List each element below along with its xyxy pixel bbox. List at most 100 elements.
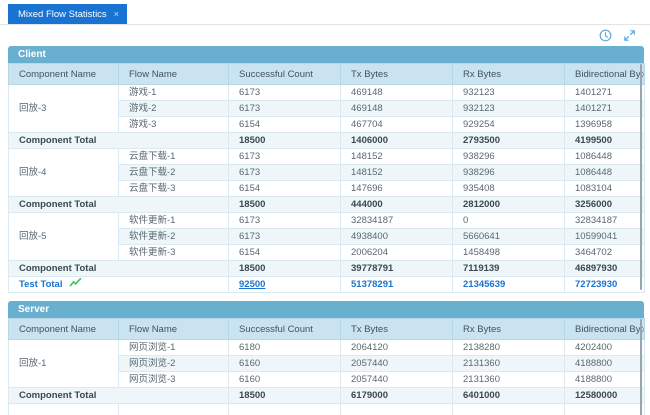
tab-label: Mixed Flow Statistics bbox=[18, 9, 107, 20]
cell-tx-bytes: 467704 bbox=[341, 117, 453, 133]
col-header-component-name: Component Name bbox=[9, 64, 119, 85]
cell-successful-count: 18500 bbox=[229, 261, 341, 277]
cell-successful-count: 6160 bbox=[229, 356, 341, 372]
cell-successful-count bbox=[229, 404, 341, 415]
cell-component-name: 回放-3 bbox=[9, 85, 119, 133]
component-total-row: Component Total 18500 444000 2812000 325… bbox=[9, 197, 645, 213]
close-icon[interactable]: × bbox=[114, 10, 119, 19]
client-section: Client Component Name Flow Name Successf… bbox=[8, 46, 644, 293]
clock-icon[interactable] bbox=[599, 29, 612, 42]
tab-mixed-flow-statistics[interactable]: Mixed Flow Statistics × bbox=[8, 4, 127, 24]
cell-bidirectional-bytes: 10599041 bbox=[565, 229, 645, 245]
cell-tx-bytes: 469148 bbox=[341, 85, 453, 101]
cell-successful-count: 6154 bbox=[229, 181, 341, 197]
cell-tx-bytes: 4938400 bbox=[341, 229, 453, 245]
server-section-header: Server bbox=[8, 301, 644, 318]
cell-rx-bytes: 938296 bbox=[453, 165, 565, 181]
cell-tx-bytes: 6179000 bbox=[341, 388, 453, 404]
flow-row: 回放-5 软件更新-1 6173 32834187 0 32834187 bbox=[9, 213, 645, 229]
cell-tx-bytes: 1406000 bbox=[341, 133, 453, 149]
scrollbar[interactable] bbox=[640, 64, 642, 290]
cell-flow-name: 软件更新-2 bbox=[119, 229, 229, 245]
cell-bidirectional-bytes: 1401271 bbox=[565, 85, 645, 101]
cell-flow-name: 网页浏览-2 bbox=[119, 356, 229, 372]
col-header-bidirectional-bytes: Bidirectional Bytes bbox=[565, 319, 645, 340]
chart-icon[interactable] bbox=[69, 277, 82, 288]
col-header-bidirectional-bytes: Bidirectional Bytes bbox=[565, 64, 645, 85]
client-table-header-row: Component Name Flow Name Successful Coun… bbox=[9, 64, 645, 85]
client-section-header: Client bbox=[8, 46, 644, 63]
cell-component-name bbox=[9, 404, 119, 415]
col-header-rx-bytes: Rx Bytes bbox=[453, 64, 565, 85]
cell-tx-bytes: 32834187 bbox=[341, 213, 453, 229]
cell-rx-bytes: 935408 bbox=[453, 181, 565, 197]
cell-bidirectional-bytes: 1086448 bbox=[565, 149, 645, 165]
cell-successful-count: 92500 bbox=[229, 277, 341, 293]
component-total-label: Component Total bbox=[9, 197, 229, 213]
cell-rx-bytes: 6401000 bbox=[453, 388, 565, 404]
cell-rx-bytes: 5660641 bbox=[453, 229, 565, 245]
cell-tx-bytes bbox=[341, 404, 453, 415]
cell-bidirectional-bytes: 4188800 bbox=[565, 356, 645, 372]
test-total-count-link[interactable]: 92500 bbox=[239, 279, 265, 290]
flow-row: 回放-1 网页浏览-1 6180 2064120 2138280 4202400 bbox=[9, 340, 645, 356]
tab-bar: Mixed Flow Statistics × bbox=[0, 0, 650, 25]
cell-flow-name: 游戏-3 bbox=[119, 117, 229, 133]
cell-successful-count: 6173 bbox=[229, 213, 341, 229]
cell-rx-bytes: 932123 bbox=[453, 85, 565, 101]
server-table: Component Name Flow Name Successful Coun… bbox=[8, 318, 645, 415]
expand-icon[interactable] bbox=[623, 29, 636, 42]
cell-bidirectional-bytes: 3464702 bbox=[565, 245, 645, 261]
cell-rx-bytes: 2131360 bbox=[453, 372, 565, 388]
cell-tx-bytes: 469148 bbox=[341, 101, 453, 117]
scrollbar[interactable] bbox=[640, 319, 642, 415]
cell-rx-bytes: 7119139 bbox=[453, 261, 565, 277]
cell-successful-count: 6173 bbox=[229, 149, 341, 165]
cell-rx-bytes: 2812000 bbox=[453, 197, 565, 213]
cell-successful-count: 6154 bbox=[229, 117, 341, 133]
cell-bidirectional-bytes: 4188800 bbox=[565, 372, 645, 388]
server-section: Server Component Name Flow Name Successf… bbox=[8, 301, 644, 415]
cell-tx-bytes: 2064120 bbox=[341, 340, 453, 356]
cell-bidirectional-bytes: 12580000 bbox=[565, 388, 645, 404]
col-header-component-name: Component Name bbox=[9, 319, 119, 340]
flow-row bbox=[9, 404, 645, 415]
cell-bidirectional-bytes: 46897930 bbox=[565, 261, 645, 277]
test-total-label: Test Total bbox=[19, 279, 62, 290]
component-total-row: Component Total 18500 6179000 6401000 12… bbox=[9, 388, 645, 404]
component-total-row: Component Total 18500 39778791 7119139 4… bbox=[9, 261, 645, 277]
cell-bidirectional-bytes: 1396958 bbox=[565, 117, 645, 133]
cell-flow-name: 云盘下载-3 bbox=[119, 181, 229, 197]
cell-tx-bytes: 148152 bbox=[341, 149, 453, 165]
cell-bidirectional-bytes: 72723930 bbox=[565, 277, 645, 293]
cell-successful-count: 6154 bbox=[229, 245, 341, 261]
cell-successful-count: 18500 bbox=[229, 388, 341, 404]
client-table: Component Name Flow Name Successful Coun… bbox=[8, 63, 645, 293]
cell-flow-name: 云盘下载-2 bbox=[119, 165, 229, 181]
cell-flow-name: 软件更新-3 bbox=[119, 245, 229, 261]
cell-successful-count: 6180 bbox=[229, 340, 341, 356]
cell-flow-name: 网页浏览-3 bbox=[119, 372, 229, 388]
col-header-tx-bytes: Tx Bytes bbox=[341, 319, 453, 340]
test-total-row: Test Total 92500 51378291 21345639 72723… bbox=[9, 277, 645, 293]
cell-successful-count: 6173 bbox=[229, 165, 341, 181]
cell-tx-bytes: 2057440 bbox=[341, 372, 453, 388]
flow-row: 回放-3 游戏-1 6173 469148 932123 1401271 bbox=[9, 85, 645, 101]
cell-tx-bytes: 2006204 bbox=[341, 245, 453, 261]
component-total-label: Component Total bbox=[9, 261, 229, 277]
col-header-flow-name: Flow Name bbox=[119, 64, 229, 85]
cell-bidirectional-bytes: 32834187 bbox=[565, 213, 645, 229]
cell-bidirectional-bytes: 4202400 bbox=[565, 340, 645, 356]
cell-tx-bytes: 148152 bbox=[341, 165, 453, 181]
cell-bidirectional-bytes: 1083104 bbox=[565, 181, 645, 197]
cell-tx-bytes: 51378291 bbox=[341, 277, 453, 293]
server-table-header-row: Component Name Flow Name Successful Coun… bbox=[9, 319, 645, 340]
cell-bidirectional-bytes bbox=[565, 404, 645, 415]
cell-successful-count: 18500 bbox=[229, 133, 341, 149]
col-header-flow-name: Flow Name bbox=[119, 319, 229, 340]
cell-rx-bytes: 21345639 bbox=[453, 277, 565, 293]
cell-flow-name: 网页浏览-1 bbox=[119, 340, 229, 356]
cell-rx-bytes: 2138280 bbox=[453, 340, 565, 356]
cell-successful-count: 6160 bbox=[229, 372, 341, 388]
cell-rx-bytes: 2793500 bbox=[453, 133, 565, 149]
